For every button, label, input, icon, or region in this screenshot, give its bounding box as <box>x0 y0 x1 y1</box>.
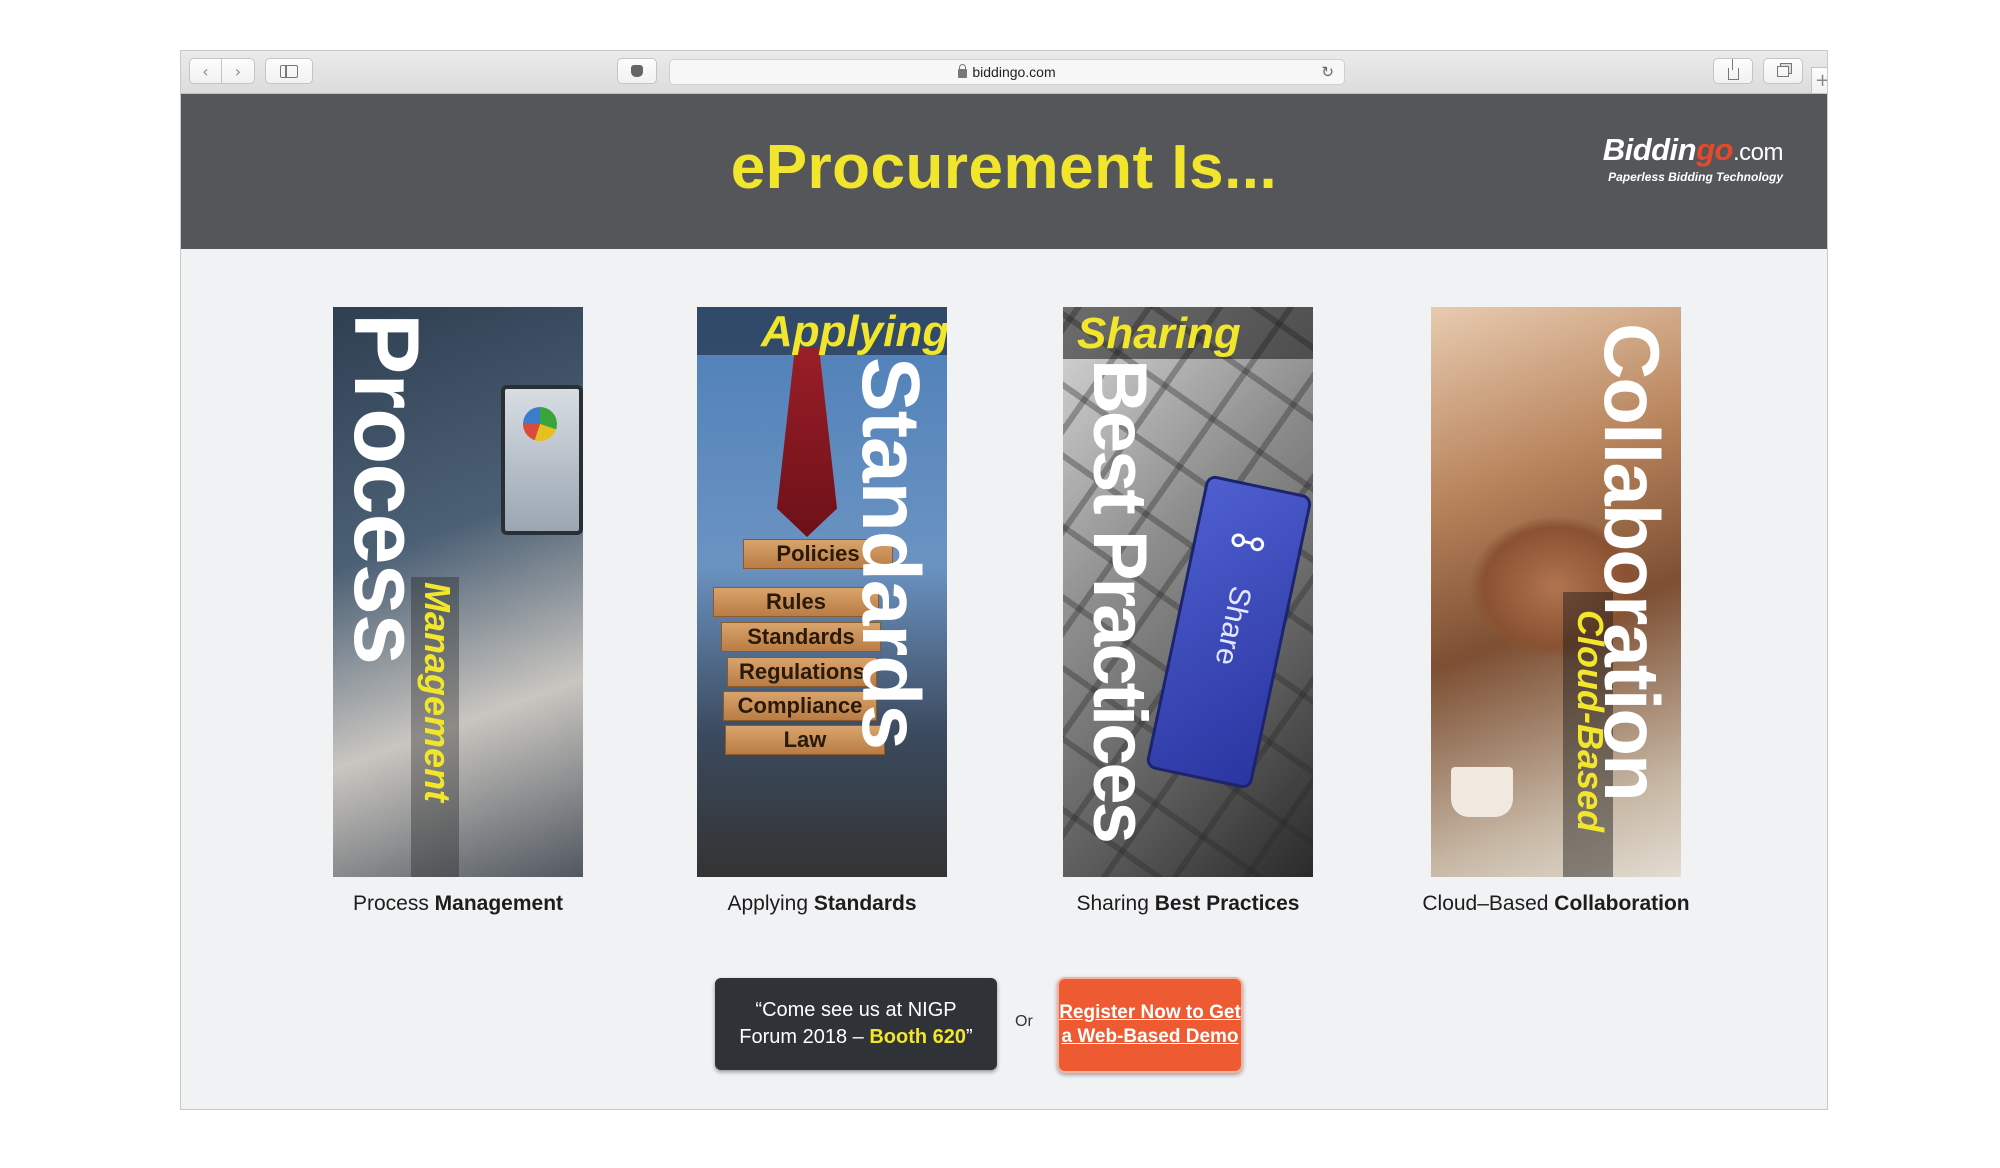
booth-line-2-text: Forum 2018 – <box>739 1026 870 1048</box>
tile-big-word: Best Practices <box>1077 359 1162 841</box>
caption-bold: Best Practices <box>1154 892 1300 915</box>
share-key-label: Share <box>1208 583 1258 669</box>
or-separator: Or <box>1015 1013 1033 1030</box>
process-management-image: Process Management <box>333 307 583 877</box>
tile-small-word: Management <box>417 582 458 803</box>
tile-caption: Applying Standards <box>637 892 1007 916</box>
page-headline: eProcurement Is... <box>730 133 1278 202</box>
tile-process-management[interactable]: Process Management Process Management <box>333 307 583 915</box>
pie-chart-icon <box>523 407 557 441</box>
booth-line-2: Forum 2018 – Booth 620” <box>739 1024 972 1051</box>
tabs-icon <box>1777 65 1789 77</box>
tile-caption: Cloud–Based Collaboration <box>1371 892 1741 916</box>
browser-window: ‹ › biddingo.com ↻ + eProcurem <box>180 50 1828 1110</box>
nigp-booth-button[interactable]: “Come see us at NIGP Forum 2018 – Booth … <box>715 978 997 1070</box>
lock-icon <box>958 63 968 78</box>
tile-small-word: Sharing <box>1077 309 1241 358</box>
caption-bold: Collaboration <box>1554 892 1690 915</box>
logo-text-part3: .com <box>1732 139 1784 166</box>
new-tab-button[interactable]: + <box>1811 67 1827 94</box>
plus-icon: + <box>1815 70 1827 91</box>
tile-caption: Process Management <box>273 892 643 916</box>
cloud-collaboration-image: Collaboration Cloud-Based <box>1431 307 1681 877</box>
sharing-best-practices-image: ⚯ Share Sharing Best Practices <box>1063 307 1313 877</box>
tile-caption: Sharing Best Practices <box>1003 892 1373 916</box>
tabs-overview-button[interactable] <box>1763 58 1803 84</box>
forward-button[interactable]: › <box>222 58 255 84</box>
site-header: eProcurement Is... Biddingo.com Paperles… <box>181 94 1827 249</box>
chevron-right-icon: › <box>234 61 242 81</box>
hand-icon <box>631 65 643 77</box>
necktie-graphic <box>777 347 837 537</box>
caption-plain: Applying <box>727 892 814 915</box>
caption-plain: Cloud–Based <box>1422 892 1555 915</box>
browser-toolbar: ‹ › biddingo.com ↻ + <box>181 51 1827 94</box>
tile-big-word: Standards <box>845 357 936 749</box>
share-button[interactable] <box>1713 58 1753 84</box>
applying-standards-image: Applying Policies Rules Standards Regula… <box>697 307 947 877</box>
back-button[interactable]: ‹ <box>189 58 222 84</box>
logo-tagline: Paperless Bidding Technology <box>1608 170 1783 184</box>
extension-button[interactable] <box>617 58 657 84</box>
tile-applying-standards[interactable]: Applying Policies Rules Standards Regula… <box>697 307 947 915</box>
caption-bold: Standards <box>813 892 917 915</box>
tile-small-word: Applying <box>761 307 947 356</box>
logo-text-part1: Biddin <box>1602 132 1697 167</box>
nav-buttons: ‹ › <box>189 58 255 84</box>
chevron-left-icon: ‹ <box>202 61 209 81</box>
url-text: biddingo.com <box>972 64 1056 80</box>
tile-cloud-based-collaboration[interactable]: Collaboration Cloud-Based Cloud–Based Co… <box>1422 307 1690 915</box>
sidebar-icon <box>280 64 298 78</box>
tile-sharing-best-practices[interactable]: ⚯ Share Sharing Best Practices Sharing B… <box>1063 307 1313 915</box>
tile-small-word: Cloud-Based <box>1570 610 1611 833</box>
coffee-cup-graphic <box>1451 767 1513 817</box>
sidebar-toggle-button[interactable] <box>265 58 313 84</box>
caption-bold: Management <box>434 892 564 915</box>
address-bar[interactable]: biddingo.com ↻ <box>669 59 1345 85</box>
booth-number: Booth 620 <box>869 1026 967 1048</box>
reload-icon[interactable]: ↻ <box>1321 63 1334 81</box>
register-demo-button[interactable]: Register Now to Get a Web-Based Demo <box>1057 977 1243 1073</box>
laptop-screen-graphic <box>501 385 583 535</box>
biddingo-logo[interactable]: Biddingo.com Paperless Bidding Technolog… <box>1602 132 1784 184</box>
caption-plain: Process <box>352 892 435 915</box>
logo-text-part2: go <box>1696 132 1733 167</box>
share-network-icon: ⚯ <box>1226 517 1269 570</box>
caption-plain: Sharing <box>1076 892 1155 915</box>
booth-line-1: “Come see us at NIGP <box>755 999 957 1021</box>
booth-close-quote: ” <box>966 1026 973 1048</box>
share-icon <box>1727 59 1739 80</box>
